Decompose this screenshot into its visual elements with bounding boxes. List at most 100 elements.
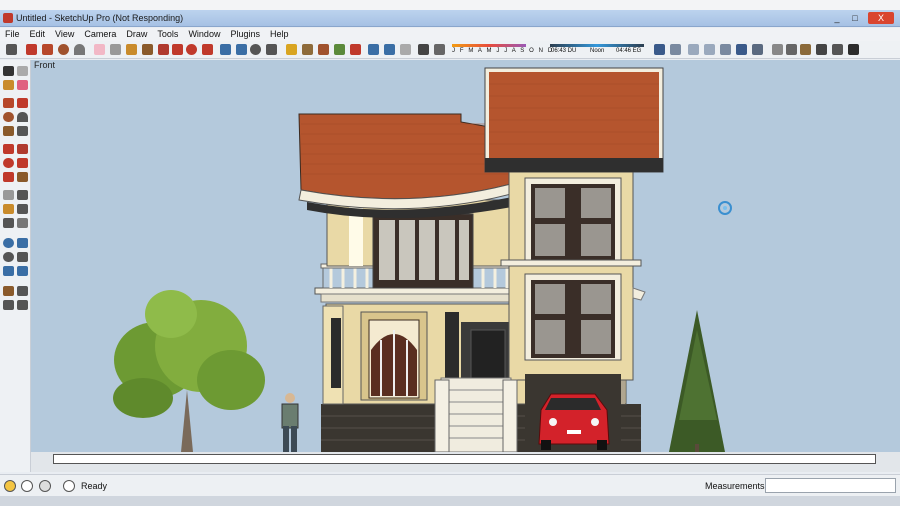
menu-window[interactable]: Window [183,28,225,40]
zoom-icon[interactable] [250,44,261,55]
text-icon[interactable] [17,204,28,214]
model-viewport[interactable]: Front [31,60,900,472]
move-icon[interactable] [172,44,183,55]
axes-icon[interactable] [3,218,14,228]
right-view-icon[interactable] [704,44,715,55]
eraser-icon[interactable] [94,44,105,55]
iso-view-icon[interactable] [654,44,665,55]
house-model [113,67,732,453]
tape-measure-icon[interactable] [110,44,121,55]
rectangle-icon[interactable] [42,44,53,55]
orbit-icon[interactable] [220,44,231,55]
menu-file[interactable]: File [0,28,25,40]
photo-texture-icon[interactable] [368,44,379,55]
menu-view[interactable]: View [50,28,79,40]
section-plane-icon[interactable] [17,300,28,310]
shadow-time-start: 06:43 DU [551,48,577,54]
shadow-toggle-icon[interactable] [418,44,429,55]
monochrome-icon[interactable] [848,44,859,55]
circle-icon[interactable] [58,44,69,55]
top-view-icon[interactable] [670,44,681,55]
share-component-icon[interactable] [318,44,329,55]
geo-location-icon[interactable] [350,44,361,55]
title-bar[interactable]: Untitled - SketchUp Pro (Not Responding)… [0,10,900,27]
position-camera-icon[interactable] [3,286,14,296]
push-pull-icon[interactable] [158,44,169,55]
orbit-icon[interactable] [3,238,14,248]
zoom-icon[interactable] [3,252,14,262]
shaded-textures-icon[interactable] [832,44,843,55]
wireframe-icon[interactable] [786,44,797,55]
red-car [538,393,610,450]
protractor-icon[interactable] [3,204,14,214]
extension-warehouse-icon[interactable] [334,44,345,55]
arc-icon[interactable] [17,112,28,122]
measurements-input[interactable] [765,478,896,493]
minimize-button[interactable]: _ [830,12,844,24]
paint-bucket-icon[interactable] [3,80,14,90]
shadow-settings-icon[interactable] [434,44,445,55]
scale-icon[interactable] [202,44,213,55]
zoom-extents-icon[interactable] [17,266,28,276]
hidden-line-icon[interactable] [800,44,811,55]
pan-icon[interactable] [17,238,28,248]
previous-view-icon[interactable] [3,266,14,276]
circle-icon[interactable] [3,112,14,122]
close-button[interactable]: X [868,12,894,24]
back-view-icon[interactable] [720,44,731,55]
menu-camera[interactable]: Camera [79,28,121,40]
paint-bucket-icon[interactable] [126,44,137,55]
move-icon[interactable] [3,144,14,154]
shadow-date-track[interactable] [452,44,526,47]
shadow-date-slider[interactable]: J F M A M J J A S O N D [452,44,552,58]
menu-edit[interactable]: Edit [25,28,51,40]
pencil-icon[interactable] [26,44,37,55]
look-around-icon[interactable] [17,286,28,296]
credits-icon[interactable] [21,480,33,492]
user-icon[interactable] [39,480,51,492]
walk-icon[interactable] [3,300,14,310]
menu-draw[interactable]: Draw [121,28,152,40]
front-view-icon[interactable] [688,44,699,55]
pan-icon[interactable] [236,44,247,55]
layout-icon[interactable] [400,44,411,55]
pencil-icon[interactable] [17,98,28,108]
component-icon[interactable] [142,44,153,55]
arc-icon[interactable] [74,44,85,55]
rotate-icon[interactable] [3,158,14,168]
help-icon[interactable] [63,480,75,492]
bottom-view-icon[interactable] [752,44,763,55]
xray-icon[interactable] [772,44,783,55]
offset-icon[interactable] [17,172,28,182]
freehand-icon[interactable] [17,126,28,136]
polygon-icon[interactable] [3,126,14,136]
dimension-icon[interactable] [17,190,28,200]
sketchup-app-icon[interactable] [3,13,13,23]
shaded-icon[interactable] [816,44,827,55]
scale-icon[interactable] [3,172,14,182]
left-view-icon[interactable] [736,44,747,55]
upper-floor-left [307,196,518,289]
rotate-icon[interactable] [186,44,197,55]
shadow-time-slider[interactable] [550,44,644,47]
zoom-window-icon[interactable] [17,252,28,262]
share-model-icon[interactable] [302,44,313,55]
match-photo-icon[interactable] [384,44,395,55]
rectangle-icon[interactable] [3,98,14,108]
menu-help[interactable]: Help [265,28,294,40]
menu-plugins[interactable]: Plugins [225,28,265,40]
zoom-extents-icon[interactable] [266,44,277,55]
shadow-noon-label: Noon [590,48,605,54]
geo-location-icon[interactable] [4,480,16,492]
menu-tools[interactable]: Tools [152,28,183,40]
make-component-icon[interactable] [17,66,28,76]
3d-warehouse-icon[interactable] [286,44,297,55]
follow-me-icon[interactable] [17,158,28,168]
select-icon[interactable] [3,66,14,76]
select-icon[interactable] [6,44,17,55]
3d-text-icon[interactable] [17,218,28,228]
maximize-button[interactable]: □ [848,12,862,24]
tape-measure-icon[interactable] [3,190,14,200]
eraser-icon[interactable] [17,80,28,90]
push-pull-icon[interactable] [17,144,28,154]
